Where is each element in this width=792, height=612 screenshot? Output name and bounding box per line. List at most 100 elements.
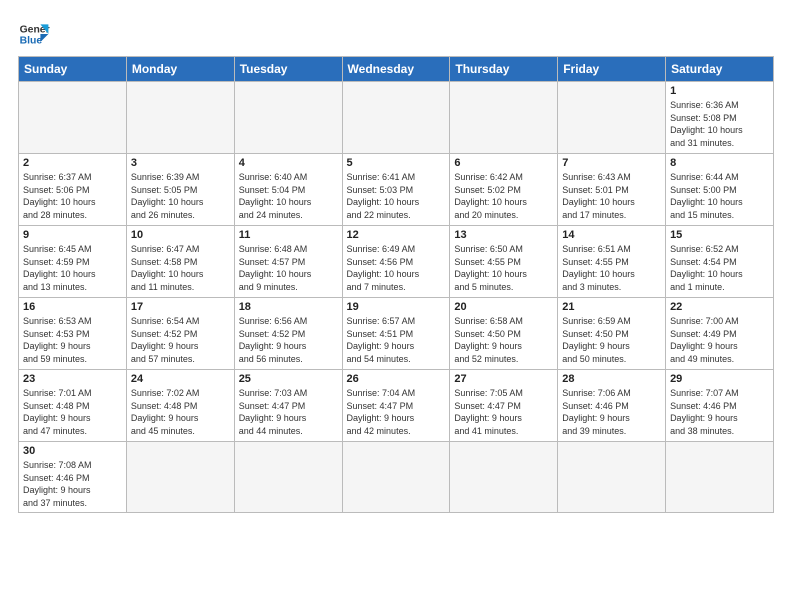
day-number: 1 bbox=[670, 85, 769, 97]
calendar-cell: 30Sunrise: 7:08 AM Sunset: 4:46 PM Dayli… bbox=[19, 442, 127, 513]
weekday-header: Friday bbox=[558, 57, 666, 82]
weekday-header: Wednesday bbox=[342, 57, 450, 82]
day-number: 29 bbox=[670, 373, 769, 385]
day-number: 13 bbox=[454, 229, 553, 241]
day-info: Sunrise: 6:39 AM Sunset: 5:05 PM Dayligh… bbox=[131, 171, 230, 221]
day-info: Sunrise: 6:54 AM Sunset: 4:52 PM Dayligh… bbox=[131, 315, 230, 365]
calendar-cell: 23 Sunrise: 7:01 AM Sunset: 4:48 PM Dayli… bbox=[19, 370, 127, 442]
calendar-cell bbox=[19, 82, 127, 154]
calendar-cell bbox=[342, 442, 450, 513]
calendar-cell: 17 Sunrise: 6:54 AM Sunset: 4:52 PM Dayli… bbox=[126, 298, 234, 370]
calendar-cell: 16 Sunrise: 6:53 AM Sunset: 4:53 PM Dayli… bbox=[19, 298, 127, 370]
calendar-cell: 12 Sunrise: 6:49 AM Sunset: 4:56 PM Dayli… bbox=[342, 226, 450, 298]
calendar-cell: 22Sunrise: 7:00 AM Sunset: 4:49 PM Dayli… bbox=[666, 298, 774, 370]
day-number: 26 bbox=[347, 373, 446, 385]
calendar-cell: 15Sunrise: 6:52 AM Sunset: 4:54 PM Dayli… bbox=[666, 226, 774, 298]
weekday-header: Saturday bbox=[666, 57, 774, 82]
day-number: 25 bbox=[239, 373, 338, 385]
calendar-cell: 19Sunrise: 6:57 AM Sunset: 4:51 PM Dayli… bbox=[342, 298, 450, 370]
day-number: 3 bbox=[131, 157, 230, 169]
day-info: Sunrise: 7:02 AM Sunset: 4:48 PM Dayligh… bbox=[131, 387, 230, 437]
day-info: Sunrise: 7:04 AM Sunset: 4:47 PM Dayligh… bbox=[347, 387, 446, 437]
day-number: 7 bbox=[562, 157, 661, 169]
day-number: 2 bbox=[23, 157, 122, 169]
calendar-cell: 26 Sunrise: 7:04 AM Sunset: 4:47 PM Dayli… bbox=[342, 370, 450, 442]
day-info: Sunrise: 6:56 AM Sunset: 4:52 PM Dayligh… bbox=[239, 315, 338, 365]
calendar-cell: 11 Sunrise: 6:48 AM Sunset: 4:57 PM Dayli… bbox=[234, 226, 342, 298]
calendar-cell: 4 Sunrise: 6:40 AM Sunset: 5:04 PM Daylig… bbox=[234, 154, 342, 226]
day-info: Sunrise: 7:00 AM Sunset: 4:49 PM Dayligh… bbox=[670, 315, 769, 365]
calendar-cell: 27 Sunrise: 7:05 AM Sunset: 4:47 PM Dayli… bbox=[450, 370, 558, 442]
day-info: Sunrise: 7:07 AM Sunset: 4:46 PM Dayligh… bbox=[670, 387, 769, 437]
weekday-header: Thursday bbox=[450, 57, 558, 82]
calendar-cell bbox=[666, 442, 774, 513]
day-number: 30 bbox=[23, 445, 122, 457]
day-number: 21 bbox=[562, 301, 661, 313]
day-info: Sunrise: 6:36 AM Sunset: 5:08 PM Dayligh… bbox=[670, 99, 769, 149]
day-info: Sunrise: 6:48 AM Sunset: 4:57 PM Dayligh… bbox=[239, 243, 338, 293]
page: General Blue SundayMondayTuesdayWednesda… bbox=[0, 0, 792, 612]
calendar-cell bbox=[558, 442, 666, 513]
day-number: 23 bbox=[23, 373, 122, 385]
day-info: Sunrise: 6:44 AM Sunset: 5:00 PM Dayligh… bbox=[670, 171, 769, 221]
day-info: Sunrise: 7:06 AM Sunset: 4:46 PM Dayligh… bbox=[562, 387, 661, 437]
calendar-cell: 28 Sunrise: 7:06 AM Sunset: 4:46 PM Dayli… bbox=[558, 370, 666, 442]
svg-text:Blue: Blue bbox=[20, 36, 43, 47]
calendar-cell bbox=[558, 82, 666, 154]
day-info: Sunrise: 6:50 AM Sunset: 4:55 PM Dayligh… bbox=[454, 243, 553, 293]
day-number: 18 bbox=[239, 301, 338, 313]
calendar-cell: 2 Sunrise: 6:37 AM Sunset: 5:06 PM Daylig… bbox=[19, 154, 127, 226]
day-number: 16 bbox=[23, 301, 122, 313]
calendar-cell bbox=[126, 442, 234, 513]
calendar-cell: 25 Sunrise: 7:03 AM Sunset: 4:47 PM Dayli… bbox=[234, 370, 342, 442]
calendar-cell bbox=[234, 442, 342, 513]
day-info: Sunrise: 6:57 AM Sunset: 4:51 PM Dayligh… bbox=[347, 315, 446, 365]
day-info: Sunrise: 7:01 AM Sunset: 4:48 PM Dayligh… bbox=[23, 387, 122, 437]
day-number: 27 bbox=[454, 373, 553, 385]
calendar-week-row: 23 Sunrise: 7:01 AM Sunset: 4:48 PM Dayli… bbox=[19, 370, 774, 442]
day-number: 5 bbox=[347, 157, 446, 169]
day-info: Sunrise: 6:42 AM Sunset: 5:02 PM Dayligh… bbox=[454, 171, 553, 221]
day-info: Sunrise: 6:45 AM Sunset: 4:59 PM Dayligh… bbox=[23, 243, 122, 293]
calendar-cell: 18 Sunrise: 6:56 AM Sunset: 4:52 PM Dayli… bbox=[234, 298, 342, 370]
calendar-cell: 10Sunrise: 6:47 AM Sunset: 4:58 PM Dayli… bbox=[126, 226, 234, 298]
calendar-cell: 20Sunrise: 6:58 AM Sunset: 4:50 PM Dayli… bbox=[450, 298, 558, 370]
day-info: Sunrise: 7:03 AM Sunset: 4:47 PM Dayligh… bbox=[239, 387, 338, 437]
weekday-header: Tuesday bbox=[234, 57, 342, 82]
day-info: Sunrise: 7:05 AM Sunset: 4:47 PM Dayligh… bbox=[454, 387, 553, 437]
day-info: Sunrise: 6:58 AM Sunset: 4:50 PM Dayligh… bbox=[454, 315, 553, 365]
day-number: 17 bbox=[131, 301, 230, 313]
day-info: Sunrise: 6:59 AM Sunset: 4:50 PM Dayligh… bbox=[562, 315, 661, 365]
day-info: Sunrise: 6:53 AM Sunset: 4:53 PM Dayligh… bbox=[23, 315, 122, 365]
calendar-cell bbox=[342, 82, 450, 154]
calendar-week-row: 16 Sunrise: 6:53 AM Sunset: 4:53 PM Dayli… bbox=[19, 298, 774, 370]
calendar-cell: 3 Sunrise: 6:39 AM Sunset: 5:05 PM Daylig… bbox=[126, 154, 234, 226]
day-info: Sunrise: 6:40 AM Sunset: 5:04 PM Dayligh… bbox=[239, 171, 338, 221]
day-number: 4 bbox=[239, 157, 338, 169]
calendar-cell: 21 Sunrise: 6:59 AM Sunset: 4:50 PM Dayli… bbox=[558, 298, 666, 370]
day-info: Sunrise: 6:37 AM Sunset: 5:06 PM Dayligh… bbox=[23, 171, 122, 221]
calendar-week-row: 9 Sunrise: 6:45 AM Sunset: 4:59 PM Daylig… bbox=[19, 226, 774, 298]
calendar-cell bbox=[450, 442, 558, 513]
calendar-cell: 8Sunrise: 6:44 AM Sunset: 5:00 PM Daylig… bbox=[666, 154, 774, 226]
day-number: 15 bbox=[670, 229, 769, 241]
day-number: 28 bbox=[562, 373, 661, 385]
day-number: 9 bbox=[23, 229, 122, 241]
day-number: 11 bbox=[239, 229, 338, 241]
weekday-header: Sunday bbox=[19, 57, 127, 82]
calendar-cell bbox=[450, 82, 558, 154]
calendar-cell bbox=[234, 82, 342, 154]
day-number: 12 bbox=[347, 229, 446, 241]
day-info: Sunrise: 6:43 AM Sunset: 5:01 PM Dayligh… bbox=[562, 171, 661, 221]
header: General Blue bbox=[18, 18, 774, 50]
calendar-cell: 13 Sunrise: 6:50 AM Sunset: 4:55 PM Dayli… bbox=[450, 226, 558, 298]
day-info: Sunrise: 6:51 AM Sunset: 4:55 PM Dayligh… bbox=[562, 243, 661, 293]
calendar-week-row: 1 Sunrise: 6:36 AM Sunset: 5:08 PM Daylig… bbox=[19, 82, 774, 154]
day-info: Sunrise: 6:49 AM Sunset: 4:56 PM Dayligh… bbox=[347, 243, 446, 293]
calendar-cell: 29 Sunrise: 7:07 AM Sunset: 4:46 PM Dayli… bbox=[666, 370, 774, 442]
calendar-cell: 5Sunrise: 6:41 AM Sunset: 5:03 PM Daylig… bbox=[342, 154, 450, 226]
calendar-cell: 24Sunrise: 7:02 AM Sunset: 4:48 PM Dayli… bbox=[126, 370, 234, 442]
calendar-cell: 6Sunrise: 6:42 AM Sunset: 5:02 PM Daylig… bbox=[450, 154, 558, 226]
calendar-cell: 1 Sunrise: 6:36 AM Sunset: 5:08 PM Daylig… bbox=[666, 82, 774, 154]
calendar-cell bbox=[126, 82, 234, 154]
